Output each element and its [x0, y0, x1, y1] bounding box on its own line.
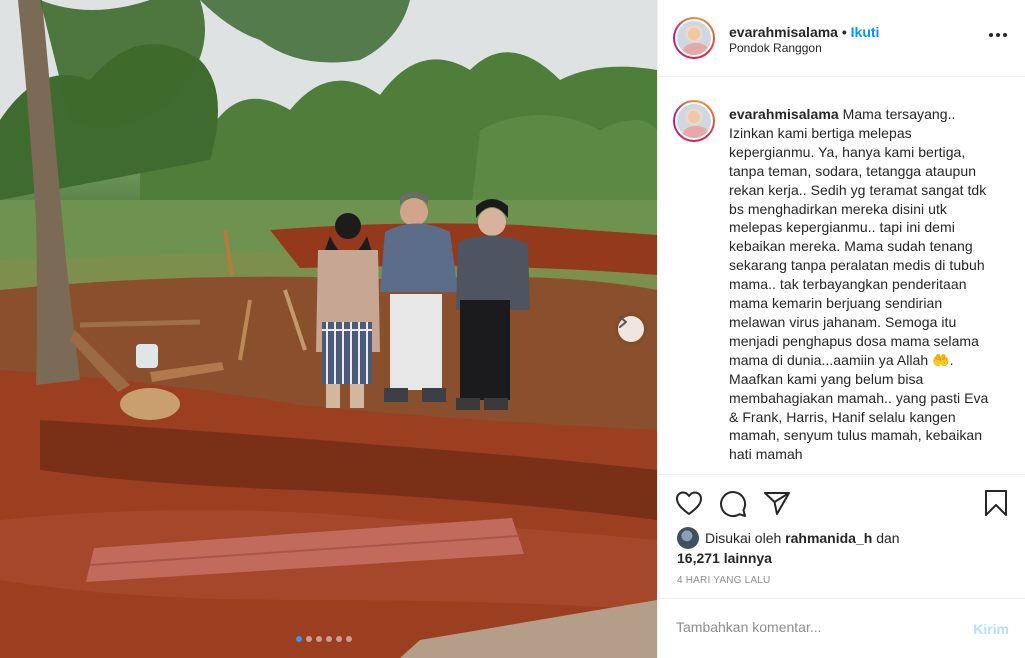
bookmark-icon[interactable]	[984, 489, 1008, 517]
likes-summary: Disukai oleh rahmanida_h dan 16,271 lain…	[677, 527, 900, 568]
likes-connector: dan	[876, 530, 900, 546]
liker-username[interactable]: rahmanida_h	[785, 530, 872, 546]
comment-icon[interactable]	[719, 490, 747, 518]
carousel-dot	[326, 636, 332, 642]
header-separator: •	[841, 24, 847, 40]
chevron-right-icon	[619, 316, 627, 328]
photo-illustration	[0, 0, 657, 658]
caption-body: Mama tersayang.. Izinkan kami bertiga me…	[729, 106, 987, 368]
post-sidebar: evarahmisalama • Ikuti Pondok Ranggon ev…	[657, 0, 1025, 658]
header-user-line: evarahmisalama • Ikuti	[729, 24, 879, 40]
caption-body-continued: . Maafkan kami yang belum bisa membahagi…	[729, 351, 989, 463]
caption-area[interactable]: evarahmisalama Mama tersayang.. Izinkan …	[658, 78, 1025, 474]
carousel-dot	[306, 636, 312, 642]
location-link[interactable]: Pondok Ranggon	[729, 41, 822, 55]
caption-username[interactable]: evarahmisalama	[729, 106, 839, 122]
post-timestamp[interactable]: 4 HARI YANG LALU	[677, 575, 770, 586]
likes-prefix: Disukai oleh	[705, 530, 782, 546]
carousel-dot	[296, 636, 302, 642]
comment-box: Kirim	[658, 598, 1025, 658]
avatar[interactable]	[673, 17, 715, 59]
liker-avatar[interactable]	[677, 527, 699, 549]
follow-button[interactable]: Ikuti	[851, 24, 880, 40]
share-icon[interactable]	[763, 490, 791, 516]
post-comment-button[interactable]: Kirim	[973, 621, 1009, 637]
caption-text: evarahmisalama Mama tersayang.. Izinkan …	[729, 105, 1001, 464]
post-actions: Disukai oleh rahmanida_h dan 16,271 lain…	[658, 474, 1025, 598]
carousel-dot	[316, 636, 322, 642]
carousel-next-button[interactable]	[618, 316, 644, 342]
praying-hands-emoji: 🤲	[932, 351, 950, 368]
post-photo[interactable]	[0, 0, 657, 658]
carousel-dot	[346, 636, 352, 642]
carousel-dot	[336, 636, 342, 642]
caption-avatar[interactable]	[673, 100, 715, 142]
comment-input[interactable]	[676, 619, 936, 635]
more-icon[interactable]	[989, 33, 1007, 37]
post-header: evarahmisalama • Ikuti Pondok Ranggon	[658, 0, 1025, 77]
carousel-indicator	[296, 636, 352, 642]
likes-count[interactable]: 16,271 lainnya	[677, 550, 772, 566]
heart-icon[interactable]	[675, 490, 703, 516]
header-username[interactable]: evarahmisalama	[729, 24, 838, 40]
